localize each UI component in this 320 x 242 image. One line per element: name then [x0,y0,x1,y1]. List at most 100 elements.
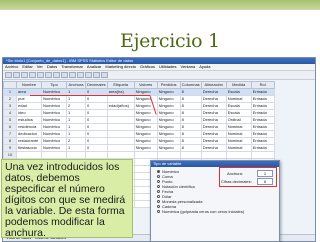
cell-columnas[interactable]: 8 [179,130,202,138]
cell-valores[interactable]: Ninguno [133,137,158,145]
cell-rol[interactable]: Entrada [250,116,275,124]
table-row[interactable]: 10 [3,151,275,159]
cell-valores[interactable]: Ninguno [133,144,158,152]
cell-perdidos[interactable] [156,151,181,159]
cell-alineacion[interactable]: Derecha [200,130,227,138]
cell-columnas[interactable]: 8 [179,102,202,110]
find-icon[interactable] [69,72,76,78]
cell-decimales[interactable]: 0 [85,102,108,110]
menu-item-datos[interactable]: Datos [47,64,57,70]
cell-anchura[interactable]: 1 [66,123,86,131]
table-row[interactable]: 9 fiestasocio Numérico 1 0 Ninguno Ninguno 8 Der… [3,144,275,152]
cell-valores[interactable]: Ninguno [133,116,158,124]
col-header-valores[interactable]: Valores [133,81,158,89]
cell-rol[interactable]: Entrada [250,137,275,145]
cell-perdidos[interactable]: Ninguno [156,123,181,131]
cell-rol[interactable]: Entrada [250,109,275,117]
radio-icon[interactable] [157,185,160,188]
cell-rol[interactable] [250,151,275,159]
cell-perdidos[interactable]: Ninguno [156,88,181,96]
cell-etiqueta[interactable] [106,123,135,131]
col-header-decimales[interactable]: Decimales [85,81,108,89]
cell-alineacion[interactable]: Derecha [200,109,227,117]
radio-icon[interactable] [157,175,160,178]
cell-decimales[interactable]: 0 [85,137,108,145]
cell-etiqueta[interactable] [106,137,135,145]
cell-medida[interactable] [225,151,252,159]
cell-decimales[interactable]: 0 [85,144,108,152]
menu-item-marketing[interactable]: Marketing directo [105,64,136,70]
cell-nombre[interactable]: dedicacion [16,130,42,138]
cell-anchura[interactable] [66,151,86,159]
cell-tipo[interactable] [41,151,67,159]
col-header-tipo[interactable]: Tipo [41,81,67,89]
cell-alineacion[interactable]: Derecha [200,95,227,103]
cell-rol[interactable]: Entrada [250,95,275,103]
cell-nombre[interactable]: ideo [16,109,42,117]
cell-valores[interactable]: Ninguno [133,123,158,131]
cell-tipo[interactable]: Numérico [41,102,67,110]
cell-perdidos[interactable]: Ninguno [156,130,181,138]
cell-columnas[interactable]: 8 [179,95,202,103]
cell-rol[interactable]: Entrada [250,130,275,138]
cell-columnas[interactable]: 8 [179,123,202,131]
col-header-alineacion[interactable]: Alineación [200,81,227,89]
split-file-icon[interactable] [77,72,84,78]
cell-perdidos[interactable]: Ninguno [156,116,181,124]
cell-medida[interactable]: Nominal [225,137,252,145]
cell-alineacion[interactable]: Derecha [200,137,227,145]
cell-alineacion[interactable]: Derecha [200,102,227,110]
cell-perdidos[interactable]: Ninguno [156,137,181,145]
table-row[interactable]: 5 estudios Numérico 1 0 Ninguno Ninguno 8 Derech… [3,116,275,124]
cell-alineacion[interactable]: Derecha [200,88,227,96]
cell-columnas[interactable]: 8 [179,144,202,152]
menu-item-analizar[interactable]: Analizar [87,64,101,70]
cell-columnas[interactable]: 8 [179,88,202,96]
cell-nombre[interactable] [16,151,42,159]
menu-item-ayuda[interactable]: Ayuda [199,64,210,70]
cell-etiqueta[interactable] [106,151,135,159]
cell-columnas[interactable]: 8 [179,137,202,145]
menu-item-archivo[interactable]: Archivo [5,64,18,70]
menu-item-editar[interactable]: Editar [22,64,32,70]
table-row[interactable]: 8 restaurante Numérico 2 0 Ninguno Ninguno 8 Der… [3,137,275,145]
cell-columnas[interactable]: 8 [179,109,202,117]
cell-medida[interactable]: Escala [225,109,252,117]
cell-rol[interactable]: Entrada [250,102,275,110]
cell-etiqueta[interactable] [106,109,135,117]
radio-icon[interactable] [157,180,160,183]
cell-nombre[interactable]: restaurante [16,137,42,145]
goto-case-icon[interactable] [53,72,60,78]
cell-decimales[interactable]: 0 [85,130,108,138]
print-icon[interactable] [21,72,28,78]
cell-tipo[interactable]: Numérico [41,123,67,131]
cell-columnas[interactable]: 8 [179,116,202,124]
cell-decimales[interactable]: 0 [85,116,108,124]
radio-selected-icon[interactable] [157,170,160,173]
cell-alineacion[interactable]: Derecha [200,123,227,131]
redo-icon[interactable] [45,72,52,78]
table-row[interactable]: 6 residencia Numérico 1 0 Ninguno Ninguno 8 Dere… [3,123,275,131]
col-header-nombre[interactable]: Nombre [16,81,42,89]
cell-rol[interactable]: Entrada [250,123,275,131]
radio-icon[interactable] [157,195,160,198]
cell-medida[interactable]: Nominal [225,144,252,152]
table-row[interactable]: 2 pue Numérico 1 0 Ninguno Ninguno 8 Derecha Nomi… [3,95,275,103]
cell-valores[interactable]: Ninguno [133,130,158,138]
cell-nombre[interactable]: residencia [16,123,42,131]
cell-decimales[interactable]: 0 [85,95,108,103]
cell-anchura[interactable]: 1 [66,144,86,152]
cell-tipo[interactable]: Numérico [41,95,67,103]
cell-nombre[interactable]: estudios [16,116,42,124]
cell-tipo[interactable]: Numérico [41,144,67,152]
menu-item-graficos[interactable]: Gráficos [140,64,155,70]
cell-tipo[interactable]: Numérico [41,130,67,138]
cell-perdidos[interactable]: Ninguno [156,109,181,117]
cell-valores[interactable] [133,151,158,159]
menu-item-ver[interactable]: Ver [37,64,43,70]
col-header-rol[interactable]: Rol [250,81,275,89]
cell-etiqueta[interactable] [106,95,135,103]
cell-decimales[interactable]: 0 [85,109,108,117]
cell-perdidos[interactable]: Ninguno [156,95,181,103]
col-header-medida[interactable]: Medida [225,81,252,89]
